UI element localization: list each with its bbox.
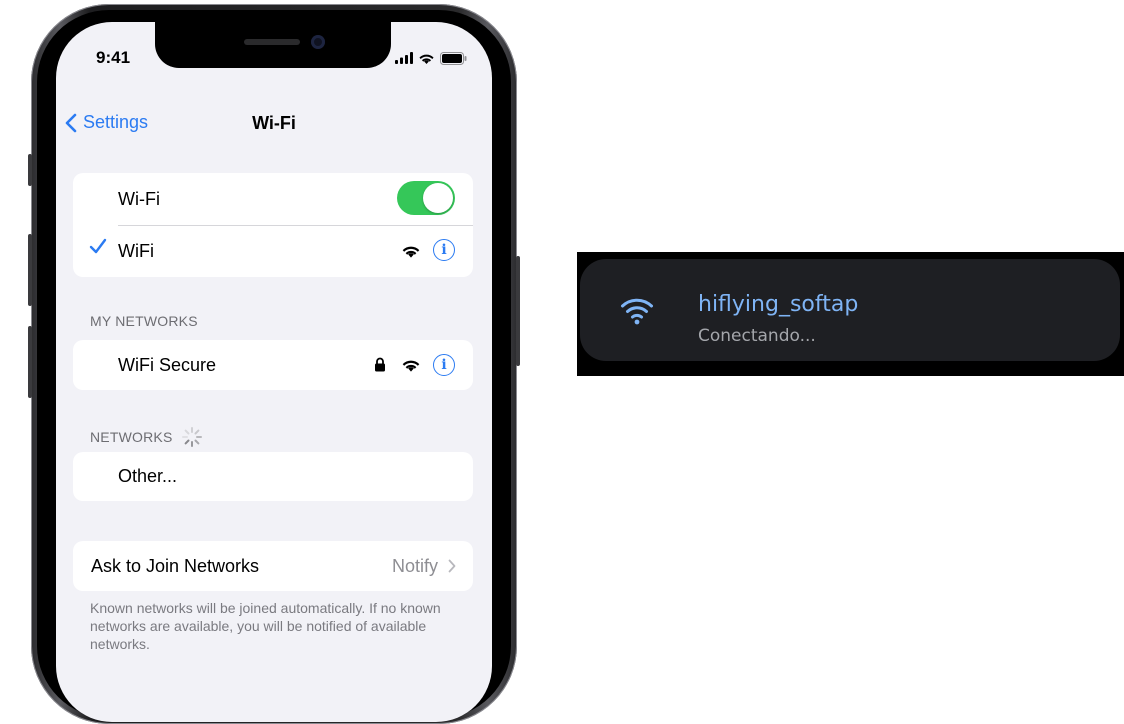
notch [155, 22, 391, 68]
networks-group: Other... [73, 452, 473, 501]
checkmark-icon [89, 238, 107, 254]
wifi-toggle[interactable] [397, 181, 455, 215]
wifi-group: Wi-Fi WiFi i [73, 173, 473, 277]
networks-header: NETWORKS [90, 426, 203, 448]
iphone-frame: 9:41 Settings Wi-Fi Wi-Fi WiFi i MY NETW… [28, 4, 520, 724]
spinner-icon [181, 427, 202, 447]
mute-switch [28, 154, 32, 186]
info-icon[interactable]: i [433, 239, 455, 261]
ask-to-join-value-label: Notify [391, 555, 438, 576]
front-camera [311, 35, 325, 49]
connection-status: Conectando... [698, 326, 816, 346]
lock-icon [375, 357, 385, 372]
other-network-label: Other... [118, 466, 178, 486]
ask-to-join-value: Notify [392, 541, 456, 591]
ask-to-join-group: Ask to Join Networks Notify [73, 541, 473, 591]
wifi-icon [621, 298, 653, 325]
status-time: 9:41 [96, 48, 131, 67]
ask-to-join-row[interactable]: Ask to Join Networks Notify [73, 541, 473, 591]
toggle-knob [423, 183, 453, 213]
battery-icon [440, 51, 467, 65]
network-row-wifi-secure[interactable]: WiFi Secure i [73, 340, 473, 390]
page-title: Wi-Fi [252, 113, 296, 133]
other-network-row[interactable]: Other... [73, 452, 473, 501]
my-networks-header: MY NETWORKS [90, 313, 198, 329]
info-icon[interactable]: i [433, 354, 455, 376]
volume-down-button [28, 326, 32, 398]
power-button [516, 256, 520, 366]
volume-up-button [28, 234, 32, 306]
signal-icon [395, 52, 413, 64]
chevron-right-icon [448, 559, 456, 573]
my-networks-group: WiFi Secure i [73, 340, 473, 390]
android-notification-panel: hiflying_softap Conectando... [577, 252, 1124, 376]
wifi-toggle-row: Wi-Fi [73, 173, 473, 225]
status-icons [395, 51, 467, 65]
wifi-status-icon [419, 54, 434, 64]
my-networks-header-label: MY NETWORKS [90, 313, 198, 329]
networks-header-label: NETWORKS [90, 429, 173, 445]
connected-network-row[interactable]: WiFi i [73, 225, 473, 277]
ask-to-join-label: Ask to Join Networks [91, 555, 260, 576]
speaker [244, 39, 300, 45]
network-connecting-card[interactable]: hiflying_softap Conectando... [580, 259, 1120, 361]
wifi-toggle-label: Wi-Fi [118, 188, 160, 209]
network-name: hiflying_softap [698, 292, 859, 317]
phone-screen: 9:41 Settings Wi-Fi Wi-Fi WiFi i MY NETW… [56, 22, 492, 722]
connected-network-name: WiFi [118, 240, 154, 261]
ask-to-join-footnote: Known networks will be joined automatica… [90, 600, 441, 652]
wifi-icon [402, 246, 420, 258]
wifi-icon [402, 360, 420, 372]
network-name: WiFi Secure [118, 354, 217, 375]
